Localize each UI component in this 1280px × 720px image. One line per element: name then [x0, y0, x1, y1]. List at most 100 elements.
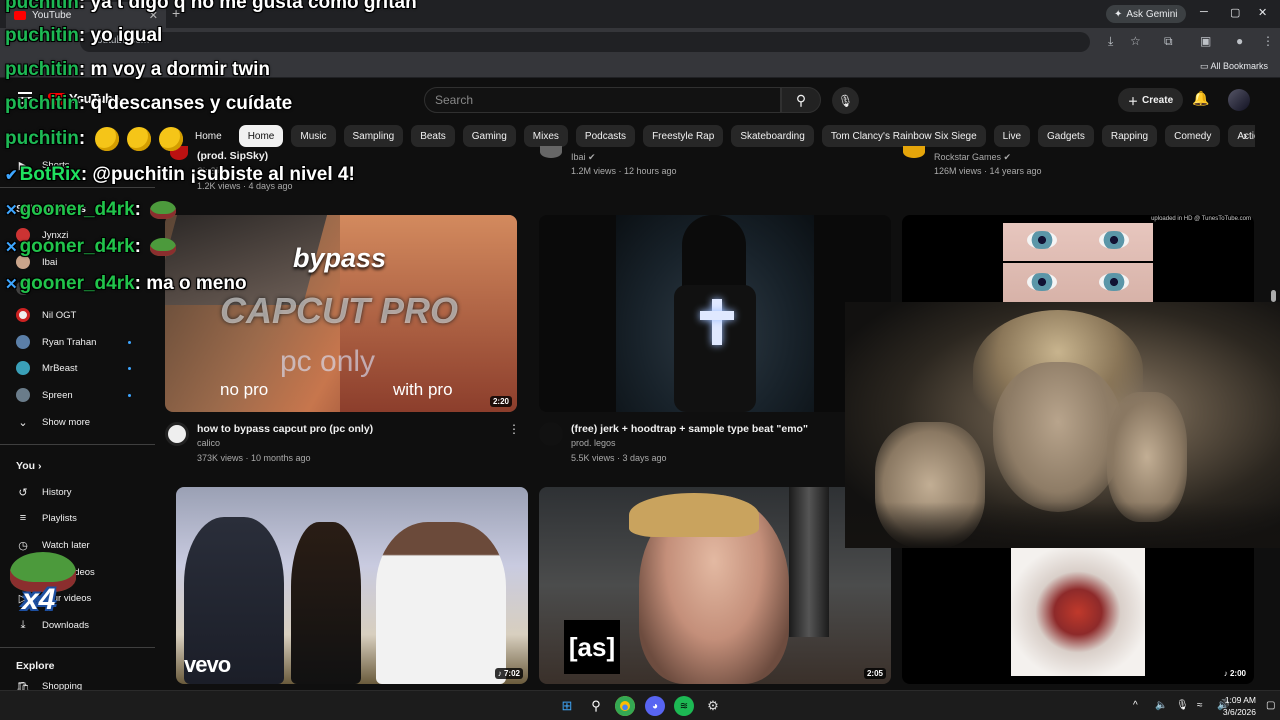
chip-gadgets[interactable]: Gadgets	[1038, 125, 1094, 147]
chip-music[interactable]: Music	[291, 125, 336, 147]
more-actions-icon[interactable]: ⋮	[508, 422, 520, 436]
chat-username: puchitin	[5, 128, 79, 150]
video-meta: 1.2M views · 12 hours ago	[571, 166, 677, 176]
eye	[1099, 231, 1129, 249]
search-icon[interactable]: ⚲	[586, 696, 606, 716]
channel-avatar[interactable]	[539, 422, 563, 446]
side-panel-icon[interactable]: ▣	[1200, 34, 1211, 48]
chip-live[interactable]: Live	[993, 125, 1031, 147]
search-icon: ⚲	[795, 91, 807, 108]
video-duration: ♪ 7:02	[494, 668, 523, 679]
crying-emote-icon	[158, 127, 183, 151]
windows-start-icon[interactable]: ⊞	[557, 696, 577, 716]
sidebar-sub-mrbeast[interactable]: MrBeast	[16, 359, 77, 377]
minimize-icon[interactable]: ─	[1200, 6, 1208, 18]
chip-sampling[interactable]: Sampling	[343, 125, 404, 147]
channel-avatar[interactable]	[165, 422, 189, 446]
account-avatar[interactable]	[1228, 89, 1250, 111]
video-thumbnail[interactable]: [as] 2:05	[539, 487, 891, 684]
address-bar[interactable]: youtube.com	[80, 32, 1090, 52]
extensions-icon[interactable]: ⧉	[1164, 34, 1173, 49]
sidebar-item-playlists[interactable]: ≡ Playlists	[16, 509, 77, 527]
all-bookmarks[interactable]: ▭ All Bookmarks	[1200, 61, 1268, 72]
video-channel[interactable]: calico	[197, 438, 220, 448]
sidebar-sub-nil-ogt[interactable]: Nil OGT	[16, 306, 76, 324]
speaker-icon[interactable]: 🔈	[1155, 700, 1167, 711]
video-thumbnail[interactable]	[539, 215, 891, 412]
video-duration: 2:05	[863, 668, 886, 679]
chat-text: ya t digo q no me gusta como gritan	[90, 0, 417, 13]
chip-home[interactable]: Home	[238, 125, 284, 147]
download-icon: ⤓	[20, 618, 26, 631]
sidebar-item-downloads[interactable]: ⤓ Downloads	[16, 616, 89, 634]
chip-gaming[interactable]: Gaming	[462, 125, 516, 147]
microphone-icon[interactable]: 🎙	[1176, 700, 1189, 711]
chip-tom-clancy-s-rainbow-six-siege[interactable]: Tom Clancy's Rainbow Six Siege	[821, 125, 986, 147]
search-input[interactable]: Search	[424, 87, 781, 113]
sidebar-item-history[interactable]: ↺ History	[16, 483, 71, 501]
chip-freestyle-rap[interactable]: Freestyle Rap	[643, 125, 724, 147]
chevron-right-icon[interactable]: ›	[1243, 128, 1247, 143]
chrome-icon[interactable]: ●	[615, 696, 635, 716]
chip-podcasts[interactable]: Podcasts	[575, 125, 636, 147]
wifi-icon[interactable]: ≈	[1197, 700, 1203, 711]
video-title[interactable]: (free) jerk + hoodtrap + sample type bea…	[571, 423, 808, 435]
thumb-cross-h	[700, 311, 734, 320]
video-channel[interactable]: Rockstar Games ✔	[934, 152, 1011, 163]
tray-chevron-up-icon[interactable]: ^	[1133, 700, 1138, 711]
channel-avatar[interactable]	[903, 146, 925, 158]
sidebar-you-heading[interactable]: You ›	[16, 460, 41, 472]
discord-icon[interactable]: ◕	[645, 696, 665, 716]
channel-avatar[interactable]	[540, 146, 562, 158]
video-channel[interactable]: Ibai ✔	[571, 152, 596, 163]
scrollbar-thumb[interactable]	[1271, 290, 1276, 302]
notifications-bell-icon[interactable]: 🔔	[1192, 90, 1209, 107]
chip-action[interactable]: Action	[1228, 125, 1255, 147]
chip-prefix[interactable]: Home	[195, 125, 231, 147]
search-button[interactable]: ⚲	[781, 87, 821, 113]
chip-rapping[interactable]: Rapping	[1101, 125, 1158, 147]
notifications-icon[interactable]: ▢	[1266, 700, 1275, 711]
video-title[interactable]: (prod. SipSky)	[197, 150, 268, 162]
webcam-face	[993, 362, 1123, 512]
voice-search-button[interactable]: 🎙	[832, 87, 859, 114]
video-channel[interactable]: prod. legos	[571, 438, 616, 448]
profile-icon[interactable]: ●	[1236, 34, 1243, 48]
steam-icon[interactable]: ⚙	[703, 696, 723, 716]
video-title[interactable]: how to bypass capcut pro (pc only)	[197, 423, 373, 435]
vevo-logo: vevo	[184, 652, 231, 677]
create-button[interactable]: ＋ Create	[1118, 88, 1184, 112]
chip-skateboarding[interactable]: Skateboarding	[731, 125, 814, 147]
cast-icon[interactable]: ⤓	[1108, 34, 1113, 49]
new-content-dot	[128, 394, 131, 397]
webcam-overlay	[845, 302, 1280, 548]
verified-icon: ✔	[1003, 152, 1012, 162]
video-thumbnail[interactable]: vevo ♪ 7:02	[176, 487, 528, 684]
close-window-icon[interactable]: ✕	[1258, 6, 1267, 19]
channel-avatar	[16, 361, 30, 375]
maximize-icon[interactable]: ▢	[1230, 6, 1240, 19]
category-chips: Home Home Music Sampling Beats Gaming Mixes Pod…	[195, 125, 1255, 147]
sidebar-explore-heading: Explore	[16, 660, 55, 672]
sidebar-show-more[interactable]: ⌄ Show more	[16, 413, 90, 431]
sidebar-item-watch-later[interactable]: ◷ Watch later	[16, 536, 90, 554]
shopping-icon: 🛍	[16, 682, 30, 690]
chip-mixes[interactable]: Mixes	[523, 125, 568, 147]
taskbar-clock[interactable]: 1:09 AM 3/6/2026	[1223, 694, 1256, 718]
channel-avatar	[16, 388, 30, 402]
chip-beats[interactable]: Beats	[411, 125, 455, 147]
video-thumbnail[interactable]: bypass CAPCUT PRO pc only no pro with pr…	[165, 215, 517, 412]
sidebar-sub-spreen[interactable]: Spreen	[16, 386, 73, 404]
menu-kebab-icon[interactable]: ⋮	[1262, 34, 1274, 48]
video-thumbnail[interactable]: uploaded in HD @ TunesToTube.com	[902, 215, 1254, 305]
video-thumbnail[interactable]: ♪ 2:00	[902, 548, 1254, 684]
sidebar-sub-ryan-trahan[interactable]: Ryan Trahan	[16, 333, 96, 351]
bookmark-star-icon[interactable]: ☆	[1130, 34, 1141, 48]
create-label: Create	[1142, 94, 1174, 106]
sidebar-item-shopping[interactable]: 🛍 Shopping	[16, 682, 82, 690]
spotify-icon[interactable]: ≋	[674, 696, 694, 716]
webcam-shirt	[845, 502, 1280, 548]
ask-gemini-button[interactable]: ✦ Ask Gemini	[1106, 5, 1186, 23]
ask-gemini-label: Ask Gemini	[1126, 8, 1178, 20]
chip-comedy[interactable]: Comedy	[1165, 125, 1221, 147]
